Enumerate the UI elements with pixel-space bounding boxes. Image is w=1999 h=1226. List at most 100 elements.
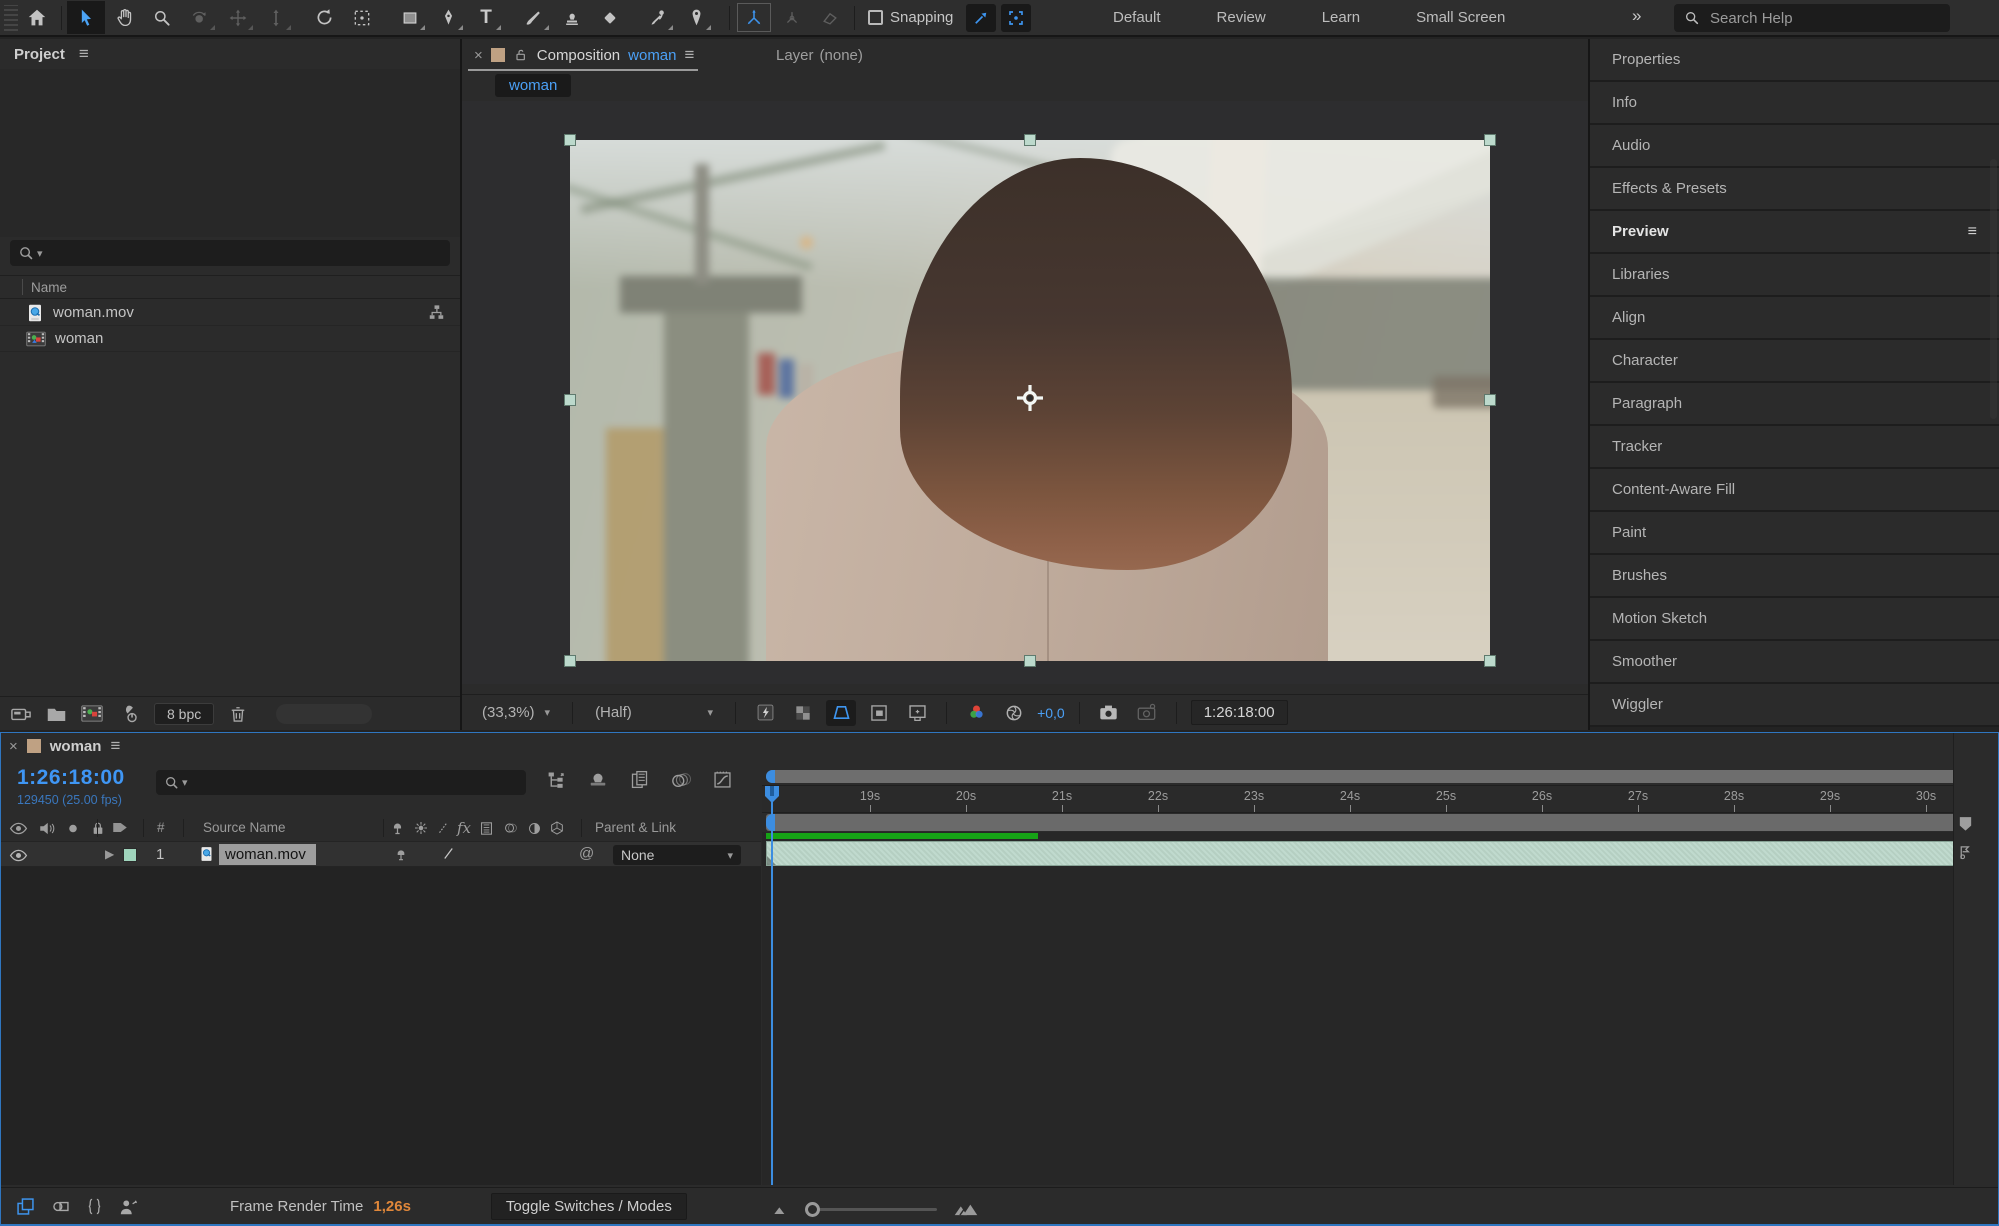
layer-label-color[interactable] (123, 848, 137, 862)
show-snapshot-icon[interactable] (1132, 700, 1162, 726)
parent-link-column-label[interactable]: Parent & Link (595, 820, 676, 835)
motion-blur-icon[interactable] (670, 770, 692, 790)
zoom-slider-knob[interactable] (805, 1201, 820, 1217)
selection-handle[interactable] (1024, 655, 1036, 667)
close-icon[interactable]: × (9, 738, 18, 755)
comp-marker-flag-icon[interactable] (1957, 844, 1974, 861)
interpret-footage-icon[interactable] (10, 704, 32, 724)
frame-blending-icon[interactable] (629, 769, 650, 790)
panel-tab-preview[interactable]: Preview ≡ (1590, 211, 1999, 254)
video-eye-icon[interactable] (9, 820, 28, 837)
panel-tab-character[interactable]: Character (1590, 340, 1999, 383)
current-timecode[interactable]: 1:26:18:00 (17, 766, 125, 790)
layer-viewer-tab[interactable]: Layer (none) (762, 39, 877, 71)
panel-tab-smoother[interactable]: Smoother (1590, 641, 1999, 684)
playhead-line[interactable] (771, 793, 773, 1185)
timeline-search-box[interactable]: ▾ (156, 770, 526, 795)
brush-tool[interactable] (515, 1, 553, 34)
snapping-checkbox[interactable] (868, 10, 883, 25)
layer-quality-switch[interactable] (441, 845, 456, 863)
panel-tab-motion-sketch[interactable]: Motion Sketch (1590, 598, 1999, 641)
close-icon[interactable]: × (474, 47, 483, 64)
workspace-tab-small-screen[interactable]: Small Screen (1388, 9, 1533, 26)
selection-handle[interactable] (564, 134, 576, 146)
zoom-out-mountain-icon[interactable] (771, 1202, 791, 1216)
delete-icon[interactable] (228, 704, 248, 724)
pen-tool[interactable] (429, 1, 467, 34)
expand-render-time-icon[interactable] (118, 1197, 140, 1217)
3d-layer-icon[interactable] (549, 820, 565, 836)
panel-tab-wiggler[interactable]: Wiggler (1590, 684, 1999, 727)
selection-handle[interactable] (1484, 134, 1496, 146)
panel-tab-tracker[interactable]: Tracker (1590, 426, 1999, 469)
project-column-header[interactable]: Name (0, 275, 460, 299)
panel-tab-info[interactable]: Info (1590, 82, 1999, 125)
solo-icon[interactable] (66, 820, 80, 837)
project-item-woman-mov[interactable]: woman.mov (0, 300, 460, 326)
expand-transfer-controls-icon[interactable] (50, 1196, 71, 1217)
preview-timecode[interactable]: 1:26:18:00 (1190, 700, 1288, 725)
snapshot-camera-icon[interactable] (1094, 700, 1124, 726)
label-tag-icon[interactable] (111, 819, 129, 836)
resolution-dropdown[interactable]: (Half) ▾ (587, 702, 721, 723)
panel-tab-audio[interactable]: Audio (1590, 125, 1999, 168)
layer-duration-bar[interactable] (766, 841, 1969, 866)
rectangle-tool[interactable] (391, 1, 429, 34)
panel-tab-brushes[interactable]: Brushes (1590, 555, 1999, 598)
local-axis-mode-icon[interactable] (735, 1, 773, 34)
rotation-tool[interactable] (305, 1, 343, 34)
panel-tab-libraries[interactable]: Libraries (1590, 254, 1999, 297)
clone-stamp-tool[interactable] (553, 1, 591, 34)
selection-tool[interactable] (67, 1, 105, 34)
timeline-panel-menu-icon[interactable]: ≡ (110, 736, 120, 756)
project-search-input[interactable] (46, 245, 442, 261)
layer-shy-switch[interactable] (393, 847, 409, 863)
magnification-dropdown[interactable]: (33,3%) ▾ (474, 702, 558, 723)
zoom-tool[interactable] (143, 1, 181, 34)
effects-fx-icon[interactable]: fx (457, 819, 471, 837)
exposure-shutter-icon[interactable] (999, 700, 1029, 726)
frame-blend-column-icon[interactable] (478, 820, 495, 837)
layer-source-name[interactable]: woman.mov (219, 844, 316, 865)
channel-rgb-icon[interactable] (961, 700, 991, 726)
snap-along-edges-icon[interactable] (966, 3, 997, 32)
roto-brush-tool[interactable] (639, 1, 677, 34)
search-options-chevron[interactable]: ▾ (37, 247, 43, 260)
help-search-input[interactable] (1710, 9, 1910, 27)
collapse-transformations-icon[interactable] (413, 820, 429, 836)
new-composition-icon[interactable] (81, 704, 103, 723)
adjustment-layer-icon[interactable] (527, 821, 542, 836)
layer-expand-arrow[interactable]: ▶ (105, 847, 114, 861)
panel-tab-paint[interactable]: Paint (1590, 512, 1999, 555)
mask-visibility-icon[interactable] (826, 699, 857, 726)
eraser-tool[interactable] (591, 1, 629, 34)
shy-icon[interactable] (389, 820, 406, 837)
help-search-box[interactable] (1674, 4, 1950, 32)
anchor-point-icon[interactable] (1015, 383, 1045, 413)
work-area-bar[interactable] (766, 814, 1969, 831)
transparency-grid-icon[interactable] (788, 700, 818, 726)
panel-tab-properties[interactable]: Properties (1590, 39, 1999, 82)
puppet-pin-tool[interactable] (677, 1, 715, 34)
expand-in-out-panes-icon[interactable] (85, 1196, 104, 1217)
snap-to-features-icon[interactable] (1001, 3, 1032, 32)
panel-tab-effects-presets[interactable]: Effects & Presets (1590, 168, 1999, 211)
graph-editor-icon[interactable] (712, 769, 733, 790)
playhead[interactable] (764, 785, 780, 804)
selection-handle[interactable] (1484, 394, 1496, 406)
view-layout-icon[interactable] (902, 700, 932, 726)
zoom-in-mountains-icon[interactable] (953, 1201, 979, 1217)
index-column-label[interactable]: # (157, 820, 165, 835)
selection-handle[interactable] (1484, 655, 1496, 667)
new-folder-icon[interactable] (46, 705, 67, 723)
breadcrumb-comp-chip[interactable]: woman (495, 74, 572, 97)
panel-menu-icon[interactable]: ≡ (1968, 223, 1977, 241)
panel-tab-paragraph[interactable]: Paragraph (1590, 383, 1999, 426)
selection-handle[interactable] (564, 655, 576, 667)
motion-blur-column-icon[interactable] (502, 820, 520, 836)
workspace-tab-default[interactable]: Default (1085, 9, 1189, 26)
navigator-start-handle[interactable] (766, 770, 775, 783)
parent-link-dropdown[interactable]: None ▾ (613, 845, 741, 865)
pan-camera-tool[interactable] (219, 1, 257, 34)
timeline-tab[interactable]: × woman ≡ (9, 736, 120, 756)
